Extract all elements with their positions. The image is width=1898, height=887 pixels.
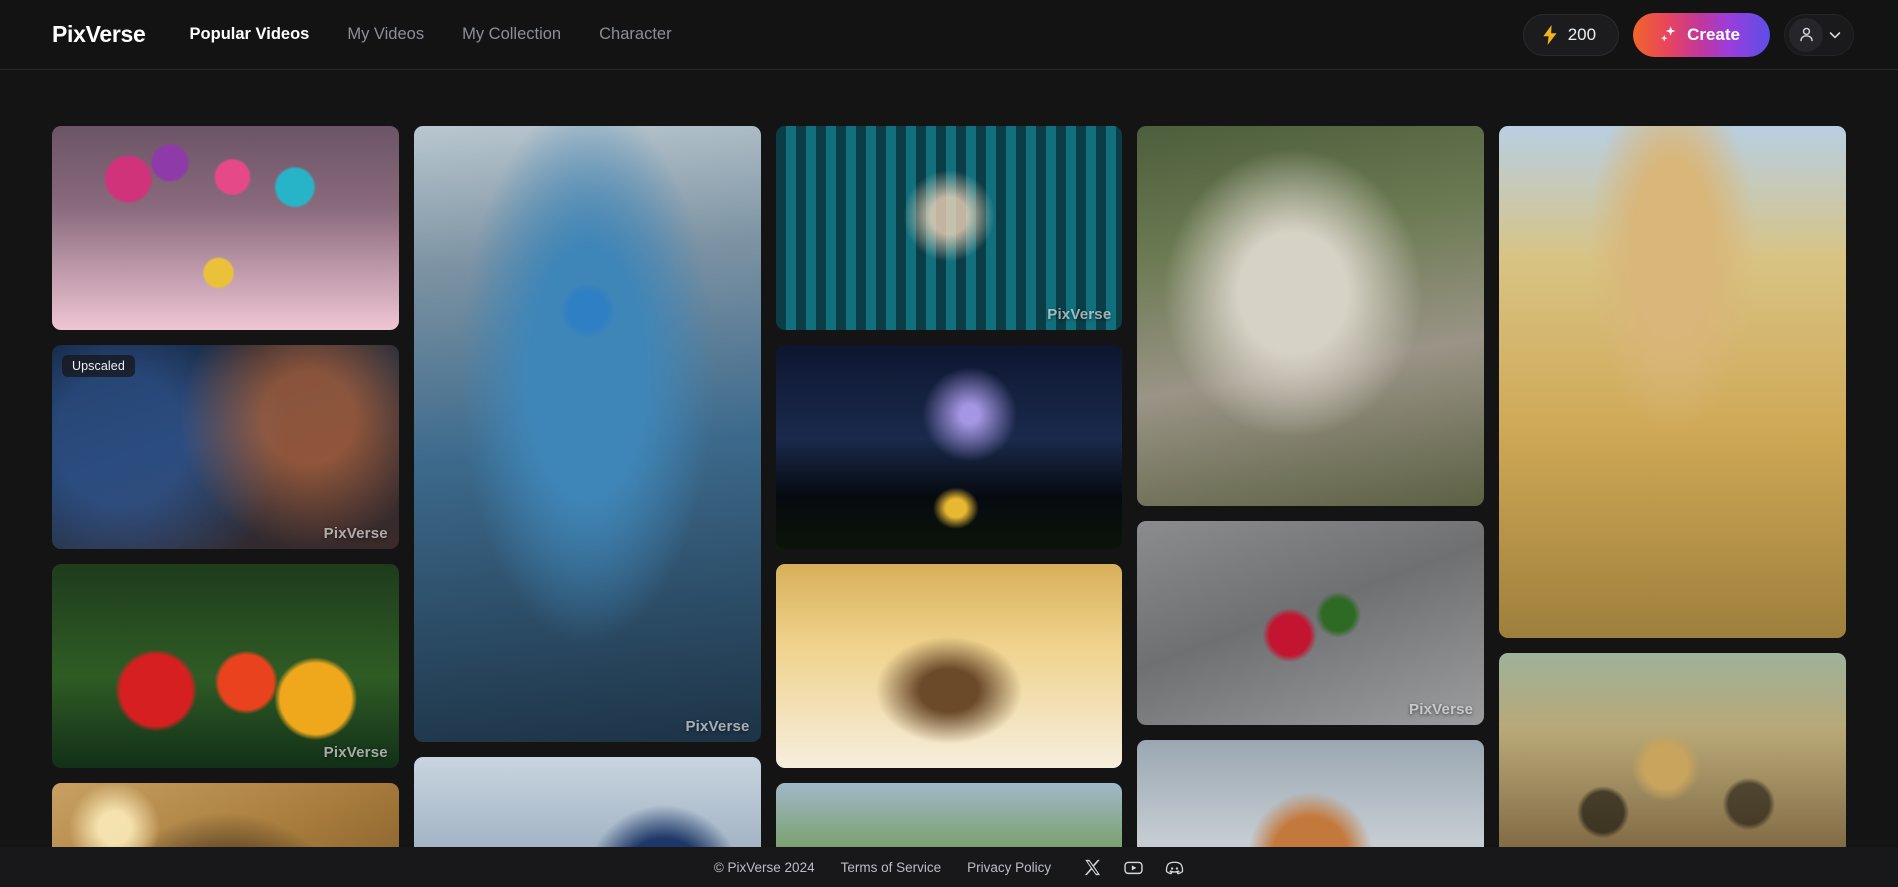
gallery-grid: Upscaled PixVerse PixVerse PixVerse PixVerse… <box>0 70 1898 857</box>
card-galaxy-tent[interactable] <box>775 345 1123 549</box>
card-neon-tunnel[interactable]: PixVerse <box>775 126 1123 330</box>
card-blue-warrior[interactable]: PixVerse <box>413 126 761 742</box>
gallery-scroll-area[interactable]: Upscaled PixVerse PixVerse PixVerse PixVerse… <box>0 70 1898 857</box>
video-thumbnail <box>1137 126 1485 506</box>
gallery-column-4: PixVerse <box>1137 126 1485 857</box>
footer-copyright: © PixVerse 2024 <box>713 859 815 875</box>
user-icon <box>1799 27 1813 42</box>
credits-value: 200 <box>1567 24 1597 44</box>
video-thumbnail <box>52 126 399 330</box>
video-thumbnail <box>52 783 399 857</box>
gallery-column-5 <box>1499 126 1846 857</box>
create-button[interactable]: Create <box>1633 12 1770 57</box>
x-twitter-icon[interactable] <box>1083 858 1102 877</box>
video-thumbnail <box>1137 740 1485 857</box>
header-actions: 200 Create <box>1522 12 1854 57</box>
card-golden-interior[interactable] <box>52 783 399 857</box>
nav-popular-videos[interactable]: Popular Videos <box>190 25 310 44</box>
nav-my-videos[interactable]: My Videos <box>347 25 424 44</box>
video-thumbnail <box>775 126 1123 330</box>
video-thumbnail <box>1499 653 1846 857</box>
video-thumbnail <box>52 564 399 768</box>
discord-icon[interactable] <box>1165 858 1184 877</box>
card-paris-walk[interactable] <box>775 564 1123 768</box>
sparkle-icon <box>1659 25 1678 44</box>
upscaled-badge: Upscaled <box>62 355 135 377</box>
nav-my-collection[interactable]: My Collection <box>462 25 561 44</box>
footer-socials <box>1083 858 1184 877</box>
card-sunglasses-cat[interactable] <box>1137 740 1485 857</box>
youtube-icon[interactable] <box>1124 858 1143 877</box>
card-koala-field[interactable] <box>775 783 1123 857</box>
lightning-bolt-icon <box>1542 24 1558 45</box>
card-desert-watch[interactable] <box>1499 653 1846 857</box>
footer-link-terms[interactable]: Terms of Service <box>841 860 942 875</box>
video-thumbnail <box>1137 521 1485 725</box>
card-strawberries-water[interactable]: PixVerse <box>52 564 399 768</box>
chevron-down-icon <box>1827 27 1843 43</box>
create-button-label: Create <box>1687 24 1740 44</box>
video-thumbnail <box>413 126 761 742</box>
card-gift-balloons[interactable] <box>52 126 399 330</box>
video-thumbnail <box>775 345 1123 549</box>
video-thumbnail <box>775 564 1123 768</box>
app-footer: © PixVerse 2024 Terms of Service Privacy… <box>0 847 1898 887</box>
nav-character[interactable]: Character <box>599 25 671 44</box>
credits-pill[interactable]: 200 <box>1522 13 1620 56</box>
brand-logo[interactable]: PixVerse <box>52 21 146 48</box>
video-thumbnail <box>775 783 1123 857</box>
card-rose-road[interactable]: PixVerse <box>1137 521 1485 725</box>
gallery-column-2: PixVerse <box>413 126 761 857</box>
card-wizard-cat[interactable] <box>1137 126 1485 506</box>
card-cyberpunk-rider[interactable]: Upscaled PixVerse <box>52 345 399 549</box>
user-menu-button[interactable] <box>1784 13 1854 56</box>
footer-link-privacy[interactable]: Privacy Policy <box>967 860 1051 875</box>
avatar <box>1789 17 1823 52</box>
app-header: PixVerse Popular Videos My Videos My Colle… <box>0 0 1898 70</box>
gallery-column-1: Upscaled PixVerse PixVerse <box>52 126 399 857</box>
main-nav: Popular Videos My Videos My Collection Char… <box>190 25 672 44</box>
gallery-column-3: PixVerse <box>775 126 1123 857</box>
video-thumbnail <box>413 757 761 857</box>
card-wheat-boy[interactable] <box>1499 126 1846 638</box>
card-anime-rain-city[interactable] <box>413 757 761 857</box>
video-thumbnail <box>1499 126 1846 638</box>
